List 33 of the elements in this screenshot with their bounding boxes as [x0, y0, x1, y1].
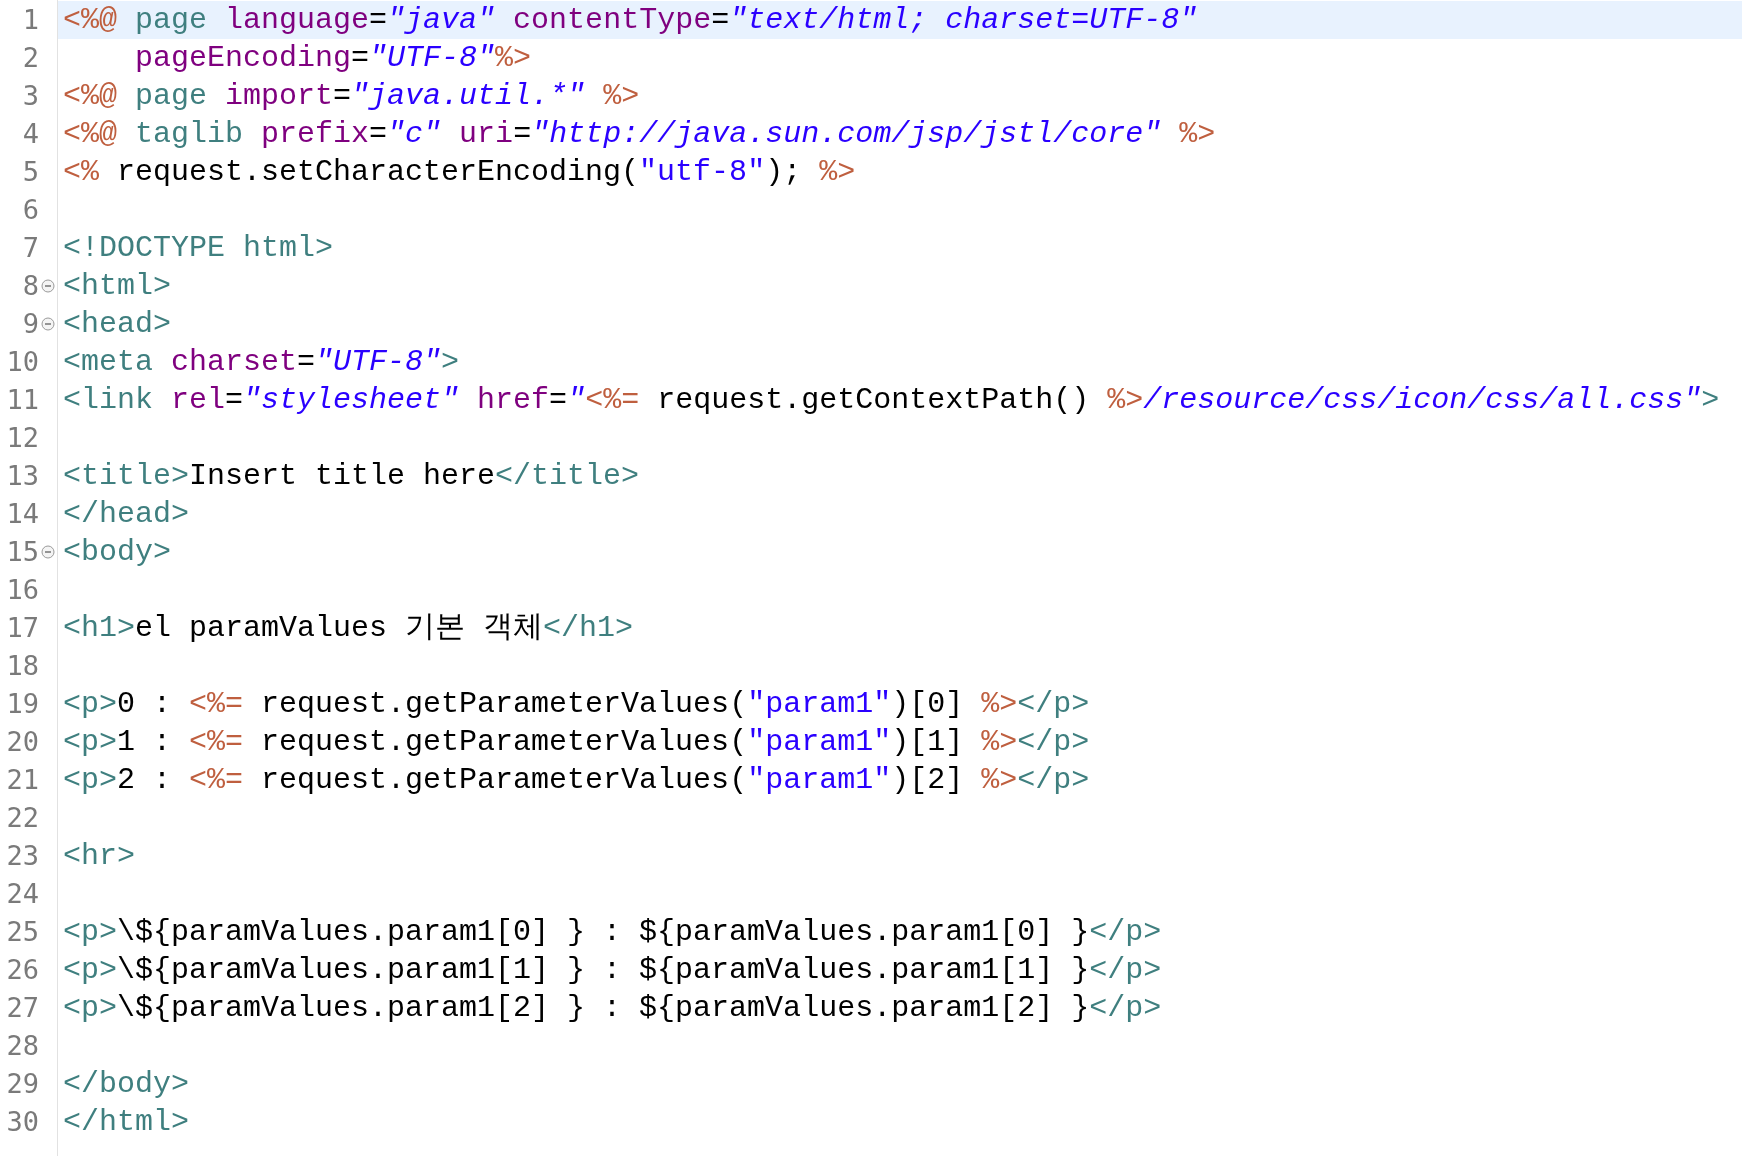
line-number: 19	[6, 687, 39, 721]
line-number: 11	[6, 383, 39, 417]
line-number: 3	[22, 79, 39, 113]
line-number: 8	[22, 269, 39, 303]
line-number: 27	[6, 991, 39, 1025]
line-number: 13	[6, 459, 39, 493]
line-number: 6	[22, 193, 39, 227]
collapse-icon[interactable]	[41, 317, 55, 331]
collapse-icon[interactable]	[41, 279, 55, 293]
line-number: 21	[6, 763, 39, 797]
line-number: 24	[6, 877, 39, 911]
line-number: 26	[6, 953, 39, 987]
line-number: 29	[6, 1067, 39, 1101]
line-number: 30	[6, 1105, 39, 1139]
line-number: 2	[22, 41, 39, 75]
collapse-icon[interactable]	[41, 545, 55, 559]
line-number: 17	[6, 611, 39, 645]
line-number: 5	[22, 155, 39, 189]
line-number: 25	[6, 915, 39, 949]
line-number: 10	[6, 345, 39, 379]
line-number: 9	[22, 307, 39, 341]
line-number: 1	[22, 3, 39, 37]
line-number: 22	[6, 801, 39, 835]
line-number: 12	[6, 421, 39, 455]
line-number: 14	[6, 497, 39, 531]
line-number: 18	[6, 649, 39, 683]
line-number: 23	[6, 839, 39, 873]
line-number: 7	[22, 231, 39, 265]
line-number: 15	[6, 535, 39, 569]
line-number: 4	[22, 117, 39, 151]
line-number: 20	[6, 725, 39, 759]
line-number: 28	[6, 1029, 39, 1063]
line-number: 16	[6, 573, 39, 607]
